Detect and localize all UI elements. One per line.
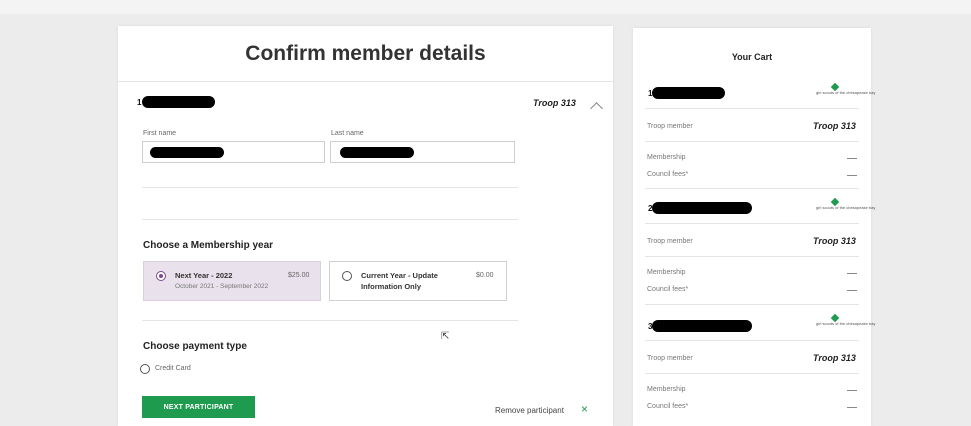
membership-label: Membership — [647, 154, 686, 161]
cart-item-name-redacted — [652, 87, 725, 99]
divider — [645, 340, 859, 341]
option-title: Current Year - Update — [361, 271, 438, 280]
membership-amount — [847, 390, 857, 391]
divider — [645, 141, 859, 142]
divider — [142, 219, 518, 220]
participant-name-redacted — [142, 96, 215, 108]
first-name-field[interactable] — [142, 141, 325, 163]
first-name-redacted — [150, 147, 224, 158]
divider — [142, 320, 518, 321]
participant-troop: Troop 313 — [533, 98, 576, 108]
credit-card-label: Credit Card — [155, 365, 191, 372]
cart-troop: Troop 313 — [813, 236, 856, 246]
council-fees-amount — [847, 407, 857, 408]
council-fees-label: Council fees* — [647, 286, 689, 293]
troop-member-label: Troop member — [647, 355, 693, 362]
option-title-line2: Information Only — [361, 282, 421, 291]
cart-troop: Troop 313 — [813, 353, 856, 363]
divider — [645, 108, 859, 109]
remove-participant-link[interactable]: Remove participant — [495, 406, 564, 415]
membership-heading: Choose a Membership year — [143, 240, 274, 251]
divider — [645, 256, 859, 257]
council-fees-amount — [847, 175, 857, 176]
next-participant-button[interactable]: NEXT PARTICIPANT — [142, 396, 255, 418]
top-bar — [0, 0, 971, 14]
option-title: Next Year - 2022 — [175, 271, 233, 280]
member-details-panel: Confirm member details — [118, 26, 613, 426]
first-name-label: First name — [143, 130, 177, 137]
radio-selected[interactable] — [156, 271, 166, 281]
divider — [645, 373, 859, 374]
last-name-label: Last name — [331, 130, 364, 137]
close-icon[interactable]: × — [581, 402, 588, 416]
girl-scouts-logo: girl scouts of the chesapeake bay — [816, 313, 875, 329]
girl-scouts-logo: girl scouts of the chesapeake bay — [816, 197, 875, 213]
credit-card-radio[interactable] — [140, 364, 150, 374]
troop-member-label: Troop member — [647, 123, 693, 130]
cart-item-name-redacted — [652, 202, 752, 214]
divider — [645, 304, 859, 305]
cart-title: Your Cart — [731, 52, 773, 62]
payment-heading: Choose payment type — [143, 341, 247, 352]
divider — [645, 188, 859, 189]
radio-unselected[interactable] — [342, 271, 352, 281]
cart-panel: Your Cart 1 girl scouts of the chesapeak… — [633, 28, 875, 426]
mouse-cursor-icon: ⇱ — [441, 331, 450, 342]
membership-label: Membership — [647, 386, 686, 393]
membership-option-next-year[interactable]: Next Year - 2022 $25.00 October 2021 - S… — [143, 261, 321, 301]
cart-troop: Troop 313 — [813, 121, 856, 131]
council-fees-label: Council fees* — [647, 171, 689, 178]
girl-scouts-logo: girl scouts of the chesapeake bay — [816, 82, 875, 98]
membership-amount — [847, 273, 857, 274]
option-price: $25.00 — [288, 272, 310, 279]
council-fees-label: Council fees* — [647, 403, 689, 410]
title-divider — [118, 81, 613, 82]
troop-member-label: Troop member — [647, 238, 693, 245]
divider — [645, 223, 859, 224]
participant-number: 1 — [137, 98, 142, 107]
divider — [142, 187, 518, 188]
page-title: Confirm member details — [245, 42, 486, 65]
cart-item-name-redacted — [652, 320, 752, 332]
last-name-redacted — [340, 147, 414, 158]
option-price: $0.00 — [476, 272, 494, 279]
council-fees-amount — [847, 290, 857, 291]
membership-label: Membership — [647, 269, 686, 276]
membership-amount — [847, 158, 857, 159]
membership-option-current-year[interactable]: Current Year - Update Information Only $… — [329, 261, 507, 301]
option-subtitle: October 2021 - September 2022 — [175, 283, 269, 290]
last-name-field[interactable] — [330, 141, 515, 163]
